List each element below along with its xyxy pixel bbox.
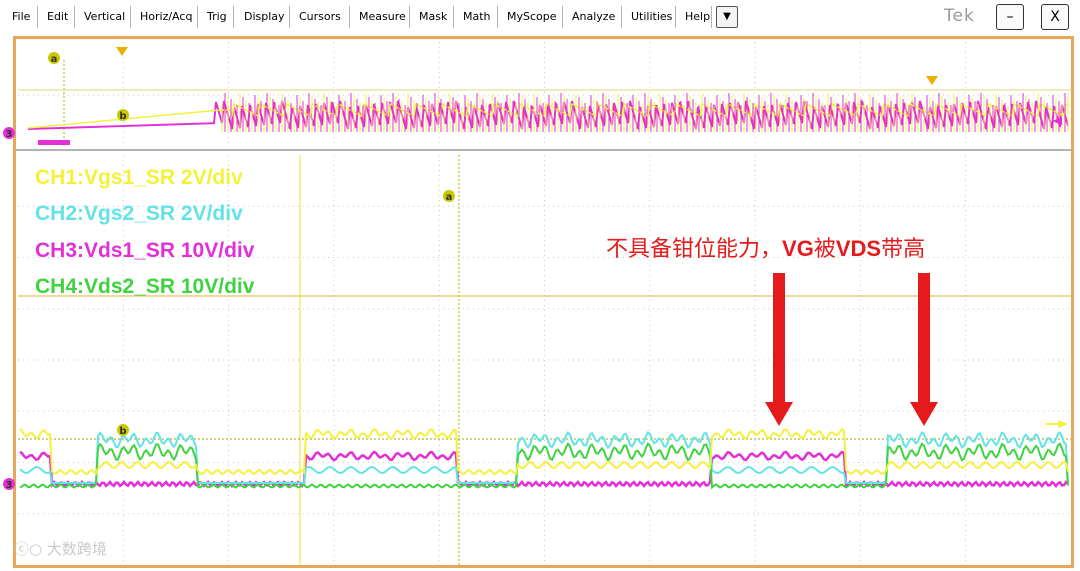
- menu-separator: [289, 6, 290, 28]
- watermark-text: 大数跨境: [46, 540, 107, 558]
- annotation-arrow-shaft: [918, 273, 930, 404]
- trigger-position-marker-2: [926, 76, 938, 85]
- menu-item-cursors[interactable]: Cursors: [295, 6, 345, 28]
- overview-ch3-marker: [38, 140, 70, 145]
- menu-separator: [197, 6, 198, 28]
- menu-separator: [675, 6, 676, 28]
- watermark-logo-icon: ⓒ○: [14, 540, 47, 558]
- ch4-label: CH4:Vds2_SR 10V/div: [35, 275, 255, 298]
- ch3-ref-marker-label: 3: [6, 480, 13, 491]
- overview-ch3-ref-marker-label: 3: [6, 129, 13, 140]
- ch3-label: CH3:Vds1_SR 10V/div: [35, 239, 255, 262]
- annotation-vds: VDS: [835, 236, 882, 261]
- cursor-b-marker-label: b: [119, 426, 126, 437]
- ch2-label: CH2:Vgs2_SR 2V/div: [35, 202, 243, 225]
- annotation-suffix: 带高: [881, 237, 926, 262]
- menu-item-math[interactable]: Math: [459, 6, 495, 28]
- menu-item-measure[interactable]: Measure: [355, 6, 410, 28]
- ch1-label: CH1:Vgs1_SR 2V/div: [35, 166, 243, 189]
- ch1-level-marker: [1058, 420, 1068, 428]
- menu-separator: [233, 6, 234, 28]
- annotation-text: 不具备钳位能力，VG被VDS带高: [606, 231, 925, 263]
- menu-item-mask[interactable]: Mask: [415, 6, 451, 28]
- menu-item-edit[interactable]: Edit: [43, 6, 72, 28]
- watermark: ⓒ○ 大数跨境: [14, 538, 107, 559]
- menu-separator: [409, 6, 410, 28]
- menu-separator: [497, 6, 498, 28]
- menu-item-horizacq[interactable]: Horiz/Acq: [136, 6, 196, 28]
- annotation-arrow-head: [765, 402, 793, 426]
- annotation-arrow-shaft: [773, 273, 785, 404]
- annotation-prefix: 不具备钳位能力，: [606, 237, 783, 262]
- annotation-arrow-head: [910, 402, 938, 426]
- menu-separator: [562, 6, 563, 28]
- menu-separator: [711, 6, 712, 28]
- overview-cursor-b-marker-label: b: [119, 111, 126, 122]
- menu-separator: [130, 6, 131, 28]
- annotation-vg: VG: [782, 236, 814, 261]
- menu-item-myscope[interactable]: MyScope: [503, 6, 561, 28]
- menu-separator: [37, 6, 38, 28]
- overview-cursor-a-marker-label: a: [51, 54, 58, 65]
- menu-item-trig[interactable]: Trig: [203, 6, 231, 28]
- menu-separator: [349, 6, 350, 28]
- menu-separator: [621, 6, 622, 28]
- menu-item-file[interactable]: File: [8, 6, 34, 28]
- menu-item-display[interactable]: Display: [240, 6, 289, 28]
- menu-separator: [74, 6, 75, 28]
- trigger-position-marker: [116, 47, 128, 56]
- menu-item-vertical[interactable]: Vertical: [80, 6, 129, 28]
- menu-item-help[interactable]: Help: [681, 6, 714, 28]
- cursor-a-marker-label: a: [446, 192, 453, 203]
- menu-item-utilities[interactable]: Utilities: [627, 6, 676, 28]
- annotation-mid: 被: [813, 237, 836, 262]
- menu-item-analyze[interactable]: Analyze: [568, 6, 619, 28]
- menu-separator: [453, 6, 454, 28]
